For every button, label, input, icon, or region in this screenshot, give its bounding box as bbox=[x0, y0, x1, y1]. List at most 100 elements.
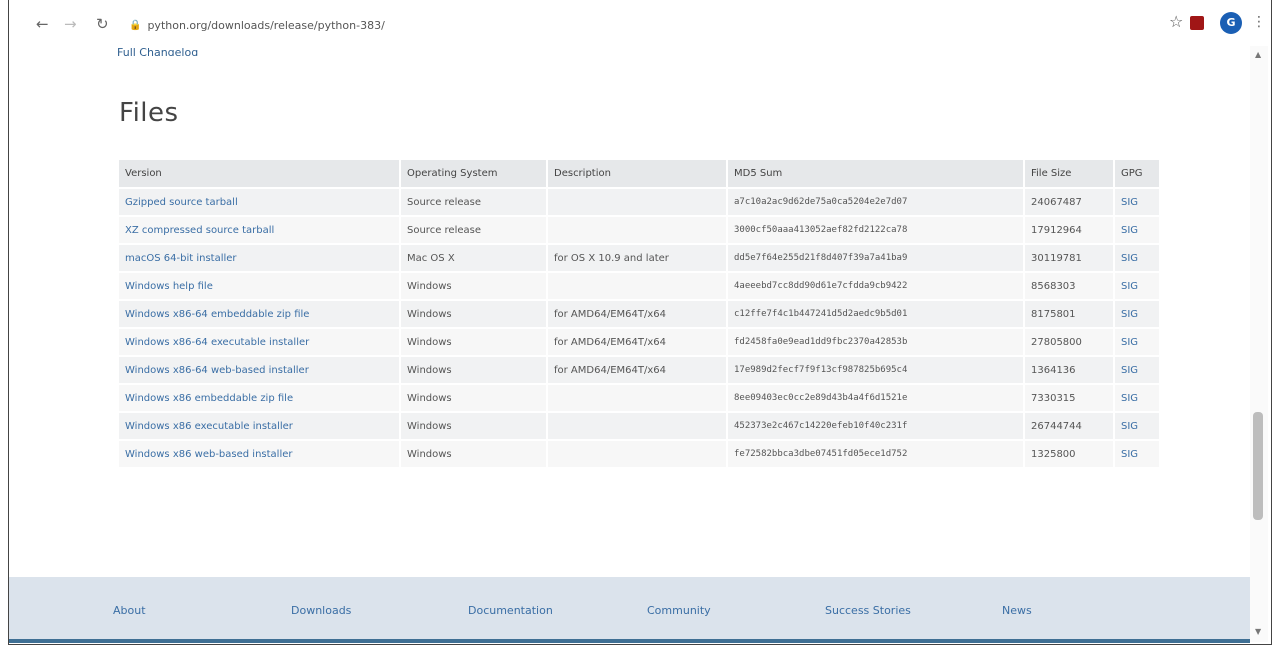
gpg-sig-link[interactable]: SIG bbox=[1121, 225, 1138, 236]
bookmark-star-icon[interactable]: ☆ bbox=[1169, 12, 1183, 31]
md5-sum-cell: 452373e2c467c14220efeb10f40c231f bbox=[728, 413, 1023, 439]
footer-link-about[interactable]: About bbox=[113, 604, 146, 617]
description-cell: for OS X 10.9 and later bbox=[554, 252, 669, 264]
back-arrow-icon[interactable]: ← bbox=[36, 15, 49, 33]
md5-sum-cell: fd2458fa0e9ead1dd9fbc2370a42853b bbox=[728, 329, 1023, 355]
scroll-down-arrow-icon[interactable]: ▼ bbox=[1255, 627, 1261, 636]
file-size-cell: 24067487 bbox=[1031, 196, 1082, 208]
md5-sum-cell: a7c10a2ac9d62de75a0ca5204e2e7d07 bbox=[728, 189, 1023, 215]
extension-icon[interactable] bbox=[1190, 16, 1204, 30]
md5-sum-cell: 4aeeebd7cc8dd90d61e7cfdda9cb9422 bbox=[734, 281, 908, 291]
profile-avatar[interactable]: G bbox=[1220, 12, 1242, 34]
file-version-link[interactable]: macOS 64-bit installer bbox=[125, 253, 237, 264]
gpg-sig-link[interactable]: SIG bbox=[1121, 281, 1138, 292]
table-row: Windows x86-64 executable installer Windo… bbox=[119, 329, 1159, 355]
file-size-cell: 26744744 bbox=[1025, 413, 1113, 439]
file-size-cell: 7330315 bbox=[1031, 392, 1076, 404]
operating-system-cell: Windows bbox=[401, 441, 546, 467]
file-size-cell: 30119781 bbox=[1025, 245, 1113, 271]
gpg-sig-link[interactable]: SIG bbox=[1121, 449, 1138, 460]
description-cell: for AMD64/EM64T/x64 bbox=[554, 364, 666, 376]
table-row: Windows help file Windows 4aeeebd7cc8dd90d… bbox=[119, 273, 1159, 299]
gpg-sig-cell: SIG bbox=[1115, 385, 1159, 411]
file-version-link[interactable]: Windows x86 executable installer bbox=[125, 421, 293, 432]
operating-system-cell: Windows bbox=[401, 273, 546, 299]
file-version-link[interactable]: Windows help file bbox=[125, 281, 213, 292]
operating-system-cell: Windows bbox=[401, 385, 546, 411]
file-version-cell: Windows x86 web-based installer bbox=[119, 441, 399, 467]
gpg-sig-link[interactable]: SIG bbox=[1121, 253, 1138, 264]
scroll-up-arrow-icon[interactable]: ▲ bbox=[1255, 50, 1261, 59]
page-content: Full Changelog Files Version Operating S… bbox=[9, 46, 1250, 644]
column-header-os: Operating System bbox=[401, 160, 546, 187]
table-row: Windows x86 embeddable zip file Windows 8e… bbox=[119, 385, 1159, 411]
description-cell: for AMD64/EM64T/x64 bbox=[548, 301, 726, 327]
file-version-link[interactable]: XZ compressed source tarball bbox=[125, 225, 274, 236]
footer-link-community[interactable]: Community bbox=[647, 604, 711, 617]
full-changelog-link[interactable]: Full Changelog bbox=[117, 46, 198, 56]
file-version-cell: Windows x86 executable installer bbox=[119, 413, 399, 439]
file-version-link[interactable]: Windows x86-64 executable installer bbox=[125, 337, 309, 348]
file-size-cell: 1325800 bbox=[1031, 448, 1076, 460]
md5-sum-cell: 3000cf50aaa413052aef82fd2122ca78 bbox=[728, 217, 1023, 243]
table-row: Windows x86-64 embeddable zip file Window… bbox=[119, 301, 1159, 327]
lock-icon: 🔒 bbox=[129, 19, 142, 31]
md5-sum-cell: 8ee09403ec0cc2e89d43b4a4f6d1521e bbox=[734, 393, 908, 403]
gpg-sig-cell: SIG bbox=[1115, 441, 1159, 467]
table-header-row: Version Operating System Description MD5… bbox=[119, 160, 1159, 187]
menu-kebab-icon[interactable]: ⋮ bbox=[1252, 14, 1266, 30]
operating-system-cell: Windows bbox=[407, 392, 452, 404]
description-cell bbox=[548, 413, 726, 439]
footer-link-success-stories[interactable]: Success Stories bbox=[825, 604, 911, 617]
operating-system-cell: Windows bbox=[407, 280, 452, 292]
table-row: Windows x86 web-based installer Windows fe… bbox=[119, 441, 1159, 467]
operating-system-cell: Windows bbox=[407, 308, 452, 320]
gpg-sig-cell: SIG bbox=[1115, 273, 1159, 299]
file-size-cell: 26744744 bbox=[1031, 420, 1082, 432]
vertical-scrollbar[interactable]: ▲ ▼ bbox=[1250, 46, 1268, 642]
table-row: Gzipped source tarball Source release a7c1… bbox=[119, 189, 1159, 215]
forward-arrow-icon[interactable]: → bbox=[64, 15, 77, 33]
operating-system-cell: Windows bbox=[407, 448, 452, 460]
description-cell bbox=[548, 441, 726, 467]
gpg-sig-link[interactable]: SIG bbox=[1121, 393, 1138, 404]
operating-system-cell: Windows bbox=[401, 329, 546, 355]
file-version-link[interactable]: Windows x86 web-based installer bbox=[125, 449, 293, 460]
file-size-cell: 17912964 bbox=[1025, 217, 1113, 243]
column-header-gpg: GPG bbox=[1115, 160, 1159, 187]
gpg-sig-link[interactable]: SIG bbox=[1121, 365, 1138, 376]
file-size-cell: 8568303 bbox=[1025, 273, 1113, 299]
address-bar[interactable]: 🔒 python.org/downloads/release/python-38… bbox=[129, 16, 1109, 34]
footer-link-news[interactable]: News bbox=[1002, 604, 1032, 617]
file-version-link[interactable]: Windows x86-64 web-based installer bbox=[125, 365, 309, 376]
url-text: python.org/downloads/release/python-383/ bbox=[147, 18, 385, 32]
operating-system-cell: Source release bbox=[407, 196, 481, 208]
reload-icon[interactable]: ↻ bbox=[96, 15, 109, 33]
gpg-sig-link[interactable]: SIG bbox=[1121, 309, 1138, 320]
file-version-link[interactable]: Windows x86-64 embeddable zip file bbox=[125, 309, 309, 320]
file-size-cell: 1364136 bbox=[1031, 364, 1076, 376]
gpg-sig-cell: SIG bbox=[1115, 329, 1159, 355]
footer-link-documentation[interactable]: Documentation bbox=[468, 604, 553, 617]
md5-sum-cell: fe72582bbca3dbe07451fd05ece1d752 bbox=[734, 449, 908, 459]
description-cell: for OS X 10.9 and later bbox=[548, 245, 726, 271]
gpg-sig-link[interactable]: SIG bbox=[1121, 197, 1138, 208]
md5-sum-cell: dd5e7f64e255d21f8d407f39a7a41ba9 bbox=[734, 253, 908, 263]
file-size-cell: 17912964 bbox=[1031, 224, 1082, 236]
file-version-cell: Gzipped source tarball bbox=[119, 189, 399, 215]
description-cell bbox=[548, 385, 726, 411]
footer-link-downloads[interactable]: Downloads bbox=[291, 604, 351, 617]
operating-system-cell: Windows bbox=[401, 301, 546, 327]
table-row: macOS 64-bit installer Mac OS X for OS X 1… bbox=[119, 245, 1159, 271]
table-row: Windows x86 executable installer Windows 4… bbox=[119, 413, 1159, 439]
file-version-link[interactable]: Windows x86 embeddable zip file bbox=[125, 393, 293, 404]
gpg-sig-link[interactable]: SIG bbox=[1121, 421, 1138, 432]
file-version-link[interactable]: Gzipped source tarball bbox=[125, 197, 238, 208]
operating-system-cell: Mac OS X bbox=[401, 245, 546, 271]
file-version-cell: macOS 64-bit installer bbox=[119, 245, 399, 271]
scrollbar-thumb[interactable] bbox=[1253, 412, 1263, 520]
md5-sum-cell: 17e989d2fecf7f9f13cf987825b695c4 bbox=[728, 357, 1023, 383]
gpg-sig-link[interactable]: SIG bbox=[1121, 337, 1138, 348]
table-row: Windows x86-64 web-based installer Window… bbox=[119, 357, 1159, 383]
column-header-file-size: File Size bbox=[1025, 160, 1113, 187]
